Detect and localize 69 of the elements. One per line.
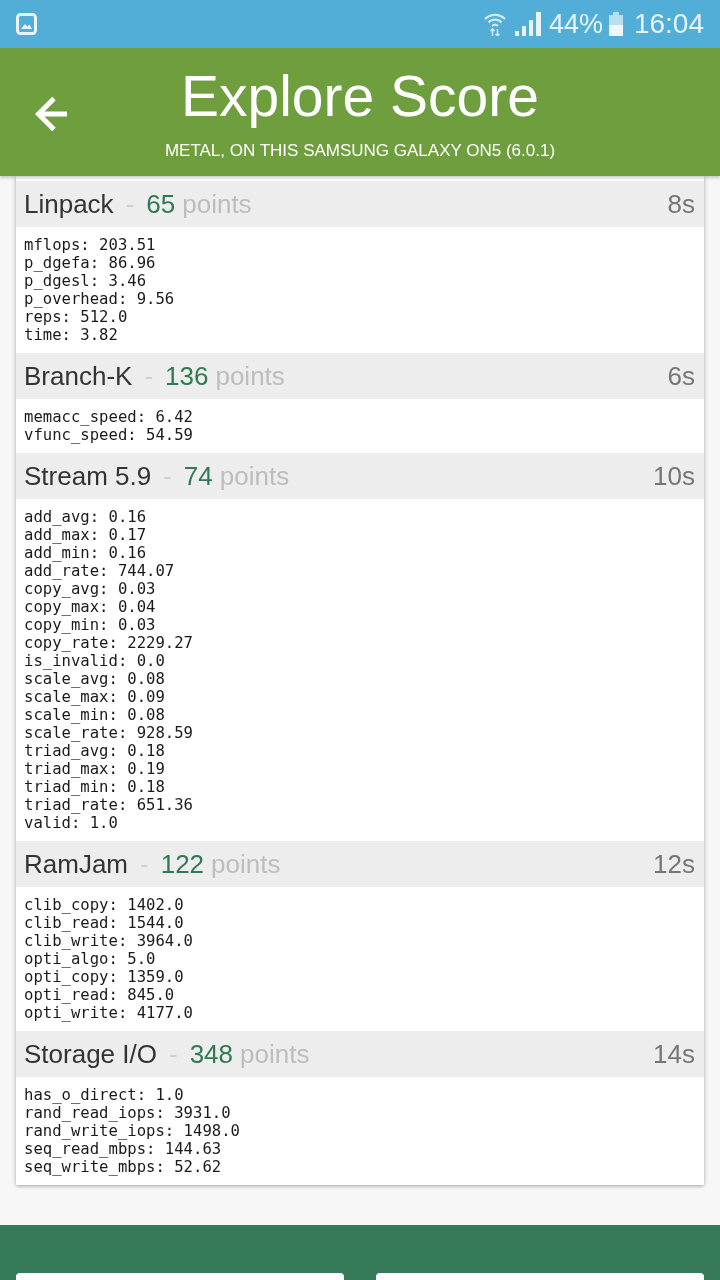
duration-text: 8s: [667, 188, 695, 220]
dash-separator: -: [125, 188, 135, 220]
signal-icon: [514, 12, 541, 36]
metric-line: p_overhead: 9.56: [24, 290, 176, 308]
metric-line: seq_read_mbps: 144.63: [24, 1140, 223, 1158]
metric-line: opti_read: 845.0: [24, 986, 176, 1004]
metric-line: reps: 512.0: [24, 308, 129, 326]
metric-line: has_o_direct: 1.0: [24, 1086, 185, 1104]
dash-separator: -: [144, 360, 154, 392]
metric-line: triad_rate: 651.36: [24, 796, 194, 814]
duration-text: 10s: [653, 460, 695, 492]
metric-line: copy_min: 0.03: [24, 616, 157, 634]
battery-icon: [608, 12, 623, 36]
image-icon: [16, 13, 37, 35]
metric-line: valid: 1.0: [24, 814, 119, 832]
battery-percent: 44%: [548, 8, 603, 40]
metric-line: p_dgesl: 3.46: [24, 272, 148, 290]
metric-line: is_invalid: 0.0: [24, 652, 166, 670]
action-button[interactable]: [376, 1273, 704, 1280]
metric-line: add_max: 0.17: [24, 526, 148, 544]
metric-line: copy_max: 0.04: [24, 598, 157, 616]
benchmark-name: Stream 5.9: [24, 460, 152, 492]
benchmark-name: RamJam: [24, 848, 128, 880]
metric-line: clib_read: 1544.0: [24, 914, 185, 932]
metric-line: copy_rate: 2229.27: [24, 634, 194, 652]
dash-separator: -: [163, 460, 172, 492]
metric-line: copy_avg: 0.03: [24, 580, 157, 598]
dash-separator: -: [140, 848, 149, 880]
duration-text: 14s: [653, 1038, 695, 1070]
benchmark-name: Linpack: [24, 188, 114, 220]
metric-line: rand_write_iops: 1498.0: [24, 1122, 241, 1140]
metric-line: scale_avg: 0.08: [24, 670, 166, 688]
duration-text: 6s: [667, 360, 695, 392]
metric-line: rand_read_iops: 3931.0: [24, 1104, 232, 1122]
score-value: 348: [189, 1038, 234, 1070]
dash-separator: -: [168, 1038, 178, 1070]
wifi-icon: [483, 12, 506, 36]
metric-line: scale_min: 0.08: [24, 706, 166, 724]
metric-line: mflops: 203.51: [24, 236, 157, 254]
metric-line: scale_max: 0.09: [24, 688, 166, 706]
metric-line: add_min: 0.16: [24, 544, 148, 562]
metric-line: seq_write_mbps: 52.62: [24, 1158, 223, 1176]
score-value: 122: [160, 848, 205, 880]
metric-line: opti_write: 4177.0: [24, 1004, 194, 1022]
benchmark-name: Branch-K: [24, 360, 133, 392]
metric-line: clib_write: 3964.0: [24, 932, 194, 950]
back-arrow-icon[interactable]: [35, 95, 69, 133]
metric-line: scale_rate: 928.59: [24, 724, 194, 742]
metric-line: time: 3.82: [24, 326, 119, 344]
page-subtitle: METAL, ON THIS SAMSUNG GALAXY ON5 (6.0.1): [164, 141, 556, 161]
benchmark-name: Storage I/O: [24, 1038, 157, 1070]
score-value: 65: [146, 188, 176, 220]
score-value: 136: [165, 360, 209, 392]
metric-line: p_dgefa: 86.96: [24, 254, 157, 272]
metric-line: opti_copy: 1359.0: [24, 968, 185, 986]
action-button[interactable]: [16, 1273, 344, 1280]
score-value: 74: [183, 460, 213, 492]
metric-line: triad_avg: 0.18: [24, 742, 166, 760]
metric-line: add_rate: 744.07: [24, 562, 176, 580]
metric-line: clib_copy: 1402.0: [24, 896, 185, 914]
page-title: Explore Score: [181, 64, 539, 128]
duration-text: 12s: [653, 848, 695, 880]
metric-line: triad_min: 0.18: [24, 778, 166, 796]
clock-time: 16:04: [633, 8, 704, 40]
metric-line: memacc_speed: 6.42: [24, 408, 194, 426]
metric-line: vfunc_speed: 54.59: [24, 426, 194, 444]
metric-line: triad_max: 0.19: [24, 760, 166, 778]
metric-line: opti_algo: 5.0: [24, 950, 157, 968]
metric-line: add_avg: 0.16: [24, 508, 148, 526]
